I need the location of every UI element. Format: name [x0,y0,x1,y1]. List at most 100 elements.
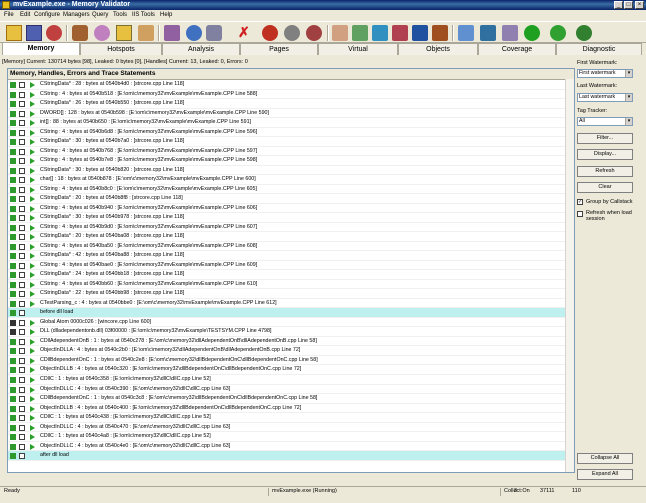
first-watermark-select[interactable]: First watermark ▾ [577,69,633,78]
expand-icon[interactable] [19,329,25,336]
tree-row[interactable]: CString : 4 : bytes at 0540b8c0 : [E:\om… [8,185,574,195]
kill-icon[interactable] [206,25,222,41]
tree-row[interactable]: CTestParsing_c : 4 : bytes at 0540bbe0 :… [8,299,574,309]
dna-3-icon[interactable] [392,25,408,41]
tab-coverage[interactable]: Coverage [478,43,556,55]
expand-icon[interactable] [19,243,25,250]
dna-1-icon[interactable] [352,25,368,41]
stop-icon[interactable] [186,25,202,41]
pause-icon[interactable] [262,25,278,41]
collect-1-icon[interactable] [458,25,474,41]
tree-row[interactable]: CDllBdependentOnC : 1 : bytes at 0540c3c… [8,394,574,404]
expand-icon[interactable] [19,262,25,269]
tab-objects[interactable]: Objects [398,43,478,55]
record-icon[interactable] [284,25,300,41]
tree-row[interactable]: CDllC : 1 : bytes at 0540c438 : [E:\om\c… [8,413,574,423]
open-folder-icon[interactable] [6,25,22,41]
tree-row[interactable]: CString : 4 : bytes at 0540b7e8 : [E:\om… [8,156,574,166]
tab-diagnostic[interactable]: Diagnostic [556,43,642,55]
chevron-down-icon[interactable]: ▾ [625,94,632,101]
tree-row[interactable]: before dll load [8,308,574,318]
tree-row[interactable]: ObjectInDLLC : 4 : bytes at 0540c470 : [… [8,423,574,433]
expand-icon[interactable] [19,281,25,288]
tree-row[interactable]: CString : 4 : bytes at 0540b768 : [E:\om… [8,147,574,157]
expand-icon[interactable] [19,319,25,326]
tree-row[interactable]: CString : 4 : bytes at 0540b9d0 : [E:\om… [8,223,574,233]
dna-4-icon[interactable] [412,25,428,41]
menu-iis-tools[interactable]: IIS Tools [132,12,155,18]
expand-icon[interactable] [19,443,25,450]
dna-2-icon[interactable] [372,25,388,41]
menu-edit[interactable]: Edit [20,12,30,18]
tree-row[interactable]: CStringData* : 42 : bytes at 0540ba88 : … [8,251,574,261]
last-watermark-select[interactable]: Last watermark ▾ [577,93,633,102]
display-button[interactable]: Display... [577,149,633,160]
settings-icon[interactable] [306,25,322,41]
expand-icon[interactable] [19,300,25,307]
collapse-all-button[interactable]: Collapse All [577,453,633,464]
clear-button[interactable]: Clear [577,182,633,193]
maximize-button[interactable]: □ [624,1,633,9]
chevron-down-icon[interactable]: ▾ [625,118,632,125]
expand-all-button[interactable]: Expand All [577,469,633,480]
tree-row[interactable]: CString : 4 : bytes at 0540b518 : [E:\om… [8,90,574,100]
expand-icon[interactable] [19,82,25,88]
tree-row[interactable]: CString : 4 : bytes at 0540bae0 : [E:\om… [8,261,574,271]
collect-4-icon[interactable] [524,25,540,41]
expand-icon[interactable] [19,110,25,117]
menu-configure[interactable]: Configure [34,12,60,18]
expand-icon[interactable] [19,139,25,146]
tab-analysis[interactable]: Analysis [162,43,240,55]
save-icon[interactable] [26,25,42,41]
expand-icon[interactable] [19,357,25,364]
tree-row[interactable]: CStringData* : 30 : bytes at 0540b820 : … [8,166,574,176]
expand-icon[interactable] [19,272,25,279]
expand-icon[interactable] [19,338,25,345]
minimize-button[interactable]: _ [614,1,623,9]
expand-icon[interactable] [19,101,25,108]
menu-file[interactable]: File [4,12,14,18]
tree-row[interactable]: CDllBdependentOnC : 1 : bytes at 0540c2e… [8,356,574,366]
tree-row[interactable]: CString : 4 : bytes at 0540b940 : [E:\om… [8,204,574,214]
expand-icon[interactable] [19,376,25,383]
expand-icon[interactable] [19,234,25,241]
tree-row[interactable]: CDllC : 1 : bytes at 0540c358 : [E:\om\c… [8,375,574,385]
tree-row[interactable]: CStringData* : 30 : bytes at 0540b7a0 : … [8,137,574,147]
expand-icon[interactable] [19,148,25,155]
expand-icon[interactable] [19,205,25,212]
wait-for-process-icon[interactable] [138,25,154,41]
launch-icon[interactable] [72,25,88,41]
expand-icon[interactable] [19,434,25,441]
tree-row[interactable]: CString : 4 : bytes at 0540bb60 : [E:\om… [8,280,574,290]
dna-5-icon[interactable] [432,25,448,41]
expand-icon[interactable] [19,120,25,127]
collect-2-icon[interactable] [480,25,496,41]
expand-icon[interactable] [19,453,25,460]
expand-icon[interactable] [19,396,25,403]
tree-row[interactable]: CStringData* : 24 : bytes at 0540bb18 : … [8,270,574,280]
expand-icon[interactable] [19,415,25,422]
tree-row[interactable]: CStringData* : 20 : bytes at 0540ba08 : … [8,232,574,242]
inject-icon[interactable] [94,25,110,41]
tree-row[interactable]: DWORD[] : 128 : bytes at 0540b598 : [E:\… [8,109,574,119]
vertical-scrollbar[interactable] [565,79,574,472]
tree-row[interactable]: Global Atom 0000c026 : [wincore.cpp Line… [8,318,574,328]
expand-icon[interactable] [19,348,25,355]
expand-icon[interactable] [19,224,25,231]
print-icon[interactable] [46,25,62,41]
filter-button[interactable]: Filter... [577,133,633,144]
filter-icon[interactable] [332,25,348,41]
tab-virtual[interactable]: Virtual [318,43,398,55]
group-by-callstack-checkbox[interactable]: ✓ [577,199,583,205]
tree-row[interactable]: after dll load [8,451,574,461]
expand-icon[interactable] [19,291,25,298]
cancel-x-icon[interactable]: ✗ [238,25,254,41]
tree-row[interactable]: DLL (dlladependentonb.dll) 03f00000 : [E… [8,327,574,337]
tree-row[interactable]: CStringData* : 20 : bytes at 0540b8f8 : … [8,194,574,204]
tree-row[interactable]: ObjectInDLLA : 4 : bytes at 0540c2b0 : [… [8,346,574,356]
expand-icon[interactable] [19,367,25,374]
tab-memory[interactable]: Memory [2,42,80,55]
tree-row[interactable]: CDllC : 1 : bytes at 0540c4a8 : [E:\om\c… [8,432,574,442]
expand-icon[interactable] [19,215,25,222]
tree-row[interactable]: CString : 4 : bytes at 0540ba50 : [E:\om… [8,242,574,252]
